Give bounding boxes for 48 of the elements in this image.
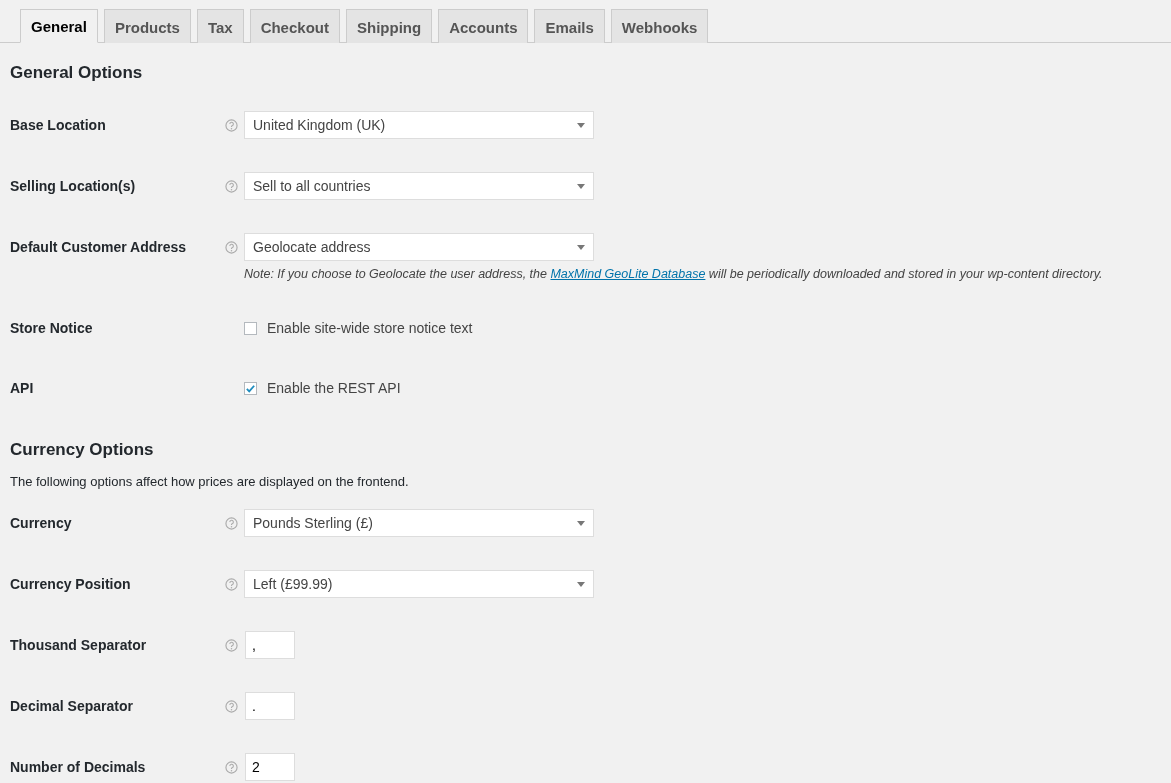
- field-label: Default Customer Address: [10, 238, 188, 257]
- help-icon[interactable]: [225, 699, 238, 713]
- field-label: Currency Position: [10, 575, 132, 594]
- checkbox-label: Enable site-wide store notice text: [267, 320, 473, 336]
- dropdown[interactable]: United Kingdom (UK): [244, 111, 594, 139]
- help-icon[interactable]: [225, 240, 238, 254]
- help-icon[interactable]: [225, 577, 238, 591]
- caret-icon: [577, 520, 585, 526]
- section-heading: General Options: [10, 63, 144, 83]
- help-icon[interactable]: [225, 179, 238, 193]
- checkbox-label: Enable the REST API: [267, 380, 401, 396]
- field-label: Base Location: [10, 116, 107, 135]
- checkbox[interactable]: [244, 381, 257, 395]
- database-link[interactable]: MaxMind GeoLite Database: [550, 267, 706, 281]
- caret-icon: [577, 122, 585, 128]
- field-label: Store Notice: [10, 319, 94, 338]
- field-label: Thousand Separator: [10, 636, 148, 655]
- tab[interactable]: Products: [103, 9, 191, 43]
- help-icon[interactable]: [225, 760, 238, 774]
- checkbox[interactable]: [244, 321, 257, 335]
- text-field[interactable]: .: [245, 692, 295, 720]
- dropdown[interactable]: Left (£99.99): [244, 570, 594, 598]
- tab[interactable]: Accounts: [438, 9, 529, 43]
- section-description: The following options affect how prices are displayed on the frontend.: [10, 474, 410, 489]
- section-heading: Currency Options: [10, 440, 155, 460]
- help-icon[interactable]: [225, 118, 238, 132]
- tab[interactable]: Shipping: [345, 9, 433, 43]
- text-field[interactable]: ,: [245, 631, 295, 659]
- help-icon[interactable]: [225, 638, 238, 652]
- tab[interactable]: Checkout: [249, 9, 340, 43]
- field-label: API: [10, 379, 35, 398]
- caret-icon: [577, 183, 585, 189]
- field-label: Selling Location(s): [10, 177, 137, 196]
- field-label: Number of Decimals: [10, 758, 147, 777]
- tab[interactable]: Webhooks: [610, 9, 709, 43]
- dropdown[interactable]: Sell to all countries: [244, 172, 594, 200]
- dropdown[interactable]: Pounds Sterling (£): [244, 509, 594, 537]
- field-label: Currency: [10, 514, 73, 533]
- dropdown[interactable]: Geolocate address: [244, 233, 594, 261]
- tab[interactable]: General: [20, 9, 98, 43]
- tab[interactable]: Emails: [534, 9, 605, 43]
- tab[interactable]: Tax: [196, 9, 244, 43]
- field-label: Decimal Separator: [10, 697, 134, 716]
- caret-icon: [577, 244, 585, 250]
- help-icon[interactable]: [225, 516, 238, 530]
- number-field[interactable]: 2: [245, 753, 295, 781]
- field-note: Note: If you choose to Geolocate the user address, the MaxMind GeoLite Database will be periodically downloaded and stored in your wp-content directory.: [244, 267, 1104, 281]
- caret-icon: [577, 581, 585, 587]
